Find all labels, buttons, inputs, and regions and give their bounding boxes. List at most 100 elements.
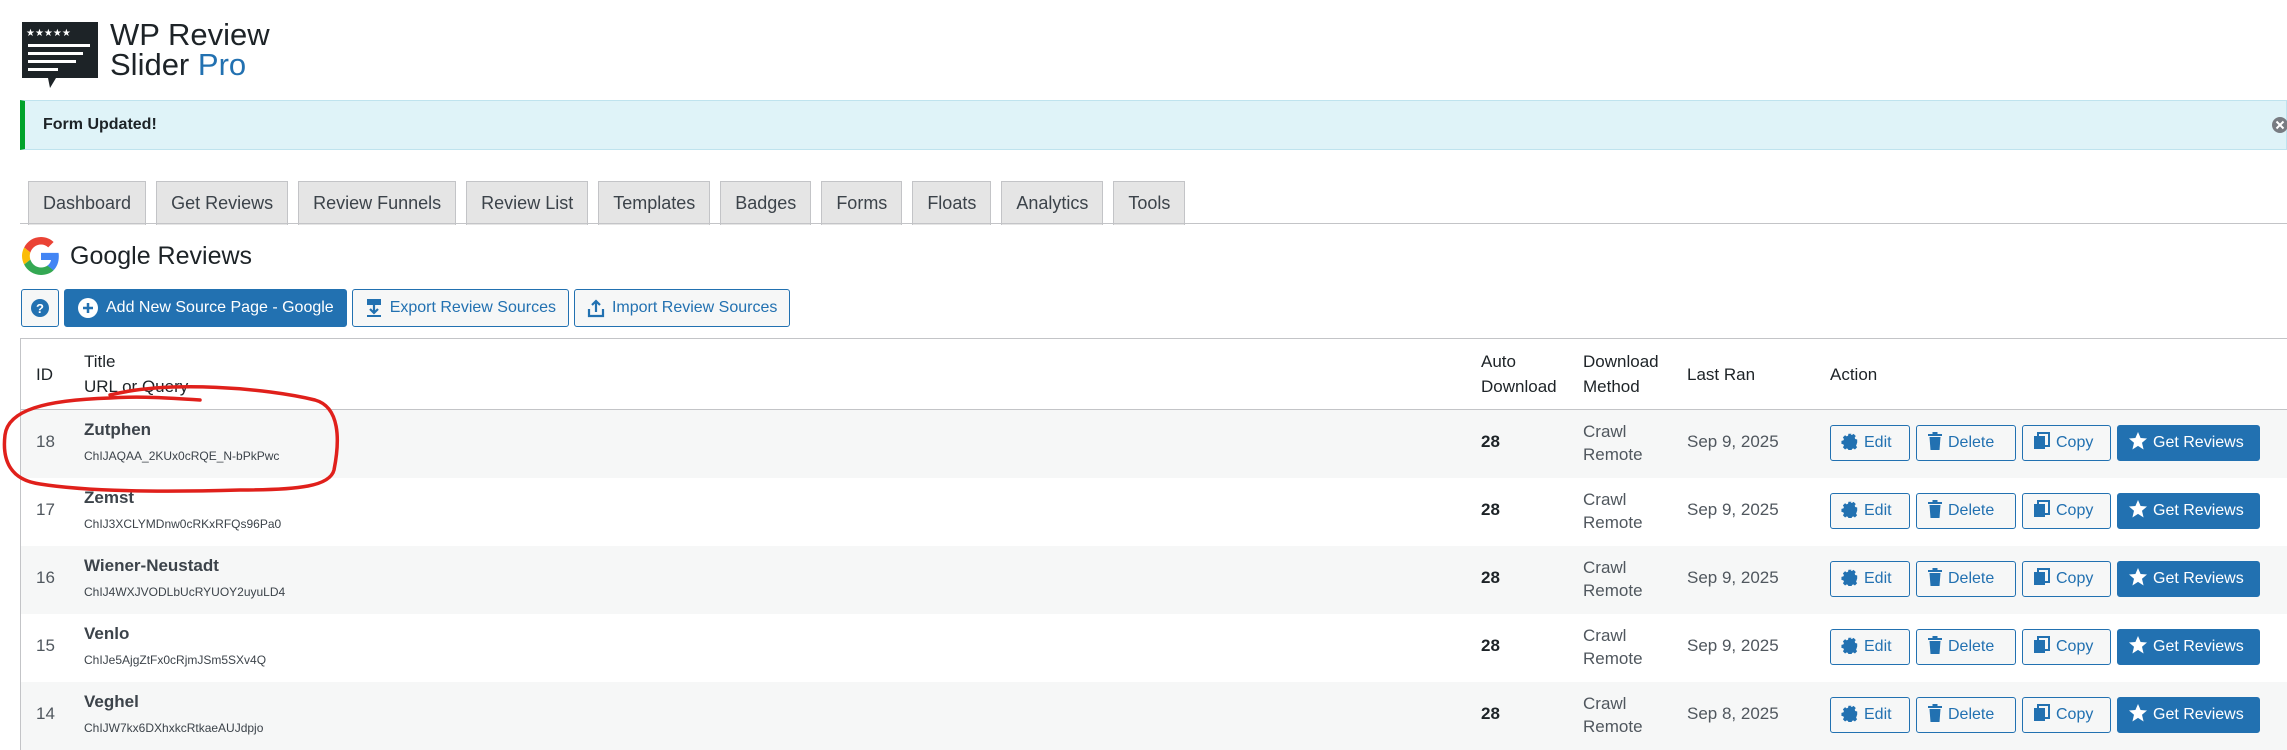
app-logo: ★★★★★ WP Review Slider Pro xyxy=(20,19,270,90)
edit-button[interactable]: Edit xyxy=(1830,425,1910,461)
row-method-line1: Crawl xyxy=(1583,558,1627,577)
row-query: ChIJAQAA_2KUx0cRQE_N-bPkPwc xyxy=(84,449,280,463)
tab-analytics[interactable]: Analytics xyxy=(1001,181,1104,225)
copy-button[interactable]: Copy xyxy=(2022,697,2111,733)
copy-button[interactable]: Copy xyxy=(2022,493,2111,529)
tab-floats[interactable]: Floats xyxy=(912,181,992,225)
gear-icon xyxy=(1841,636,1864,659)
tab-tools[interactable]: Tools xyxy=(1113,181,1186,225)
edit-button[interactable]: Edit xyxy=(1830,561,1910,597)
row-title[interactable]: Wiener-Neustadt xyxy=(84,556,219,576)
row-query: ChIJ4WXJVODLbUcRYUOY2uyuLD4 xyxy=(84,585,286,599)
copy-button[interactable]: Copy xyxy=(2022,561,2111,597)
add-source-button[interactable]: Add New Source Page - Google xyxy=(64,289,347,327)
trash-icon xyxy=(1927,567,1948,591)
export-sources-label: Export Review Sources xyxy=(389,299,556,316)
row-id: 15 xyxy=(36,636,55,655)
header-auto-line2: Download xyxy=(1481,377,1557,396)
row-title[interactable]: Veghel xyxy=(84,692,139,712)
header-title-label: Title xyxy=(84,352,116,371)
get-reviews-button[interactable]: Get Reviews xyxy=(2117,697,2260,733)
get-reviews-label: Get Reviews xyxy=(2153,706,2244,723)
copy-label: Copy xyxy=(2056,570,2094,587)
get-reviews-button[interactable]: Get Reviews xyxy=(2117,629,2260,665)
delete-label: Delete xyxy=(1948,706,1995,723)
table-row: 14 Veghel ChIJW7kx6DXhxkcRtkaeAUJdpjo 28 Cra… xyxy=(21,682,2287,750)
row-method-line2: Remote xyxy=(1583,513,1643,532)
edit-button[interactable]: Edit xyxy=(1830,493,1910,529)
edit-label: Edit xyxy=(1864,434,1892,451)
dismiss-icon[interactable] xyxy=(2270,115,2287,135)
table-row: 18 Zutphen ChIJAQAA_2KUx0cRQE_N-bPkPwc 28 Cr… xyxy=(21,410,2287,478)
row-method-line1: Crawl xyxy=(1583,490,1627,509)
tab-review-list[interactable]: Review List xyxy=(466,181,589,225)
row-actions: Edit Delete Copy Get Reviews xyxy=(1830,561,2266,597)
logo-line-2-main: Slider xyxy=(110,47,190,82)
copy-icon xyxy=(2033,567,2056,591)
row-title[interactable]: Venlo xyxy=(84,624,129,644)
row-actions: Edit Delete Copy Get Reviews xyxy=(1830,697,2266,733)
row-auto-download: 28 xyxy=(1481,568,1500,587)
import-icon xyxy=(587,299,605,318)
edit-button[interactable]: Edit xyxy=(1830,629,1910,665)
delete-label: Delete xyxy=(1948,570,1995,587)
tab-review-funnels[interactable]: Review Funnels xyxy=(298,181,457,225)
add-source-label: Add New Source Page - Google xyxy=(106,299,334,316)
row-auto-download: 28 xyxy=(1481,432,1500,451)
row-query: ChIJe5AjgZtFx0cRjmJSm5SXv4Q xyxy=(84,653,267,667)
get-reviews-button[interactable]: Get Reviews xyxy=(2117,493,2260,529)
header-id: ID xyxy=(36,365,53,384)
header-auto-line1: Auto xyxy=(1481,352,1516,371)
star-icon xyxy=(2128,635,2153,660)
delete-label: Delete xyxy=(1948,638,1995,655)
page-header: Google Reviews xyxy=(22,237,252,275)
get-reviews-label: Get Reviews xyxy=(2153,570,2244,587)
tab-dashboard[interactable]: Dashboard xyxy=(28,181,147,225)
header-last-ran: Last Ran xyxy=(1687,365,1756,384)
tab-badges[interactable]: Badges xyxy=(720,181,812,225)
sources-table: ID Title URL or Query Auto Download Down… xyxy=(20,338,2287,750)
table-row: 15 Venlo ChIJe5AjgZtFx0cRjmJSm5SXv4Q 28 Craw… xyxy=(21,614,2287,682)
copy-icon xyxy=(2033,635,2056,659)
import-sources-button[interactable]: Import Review Sources xyxy=(573,289,791,327)
row-method-line1: Crawl xyxy=(1583,422,1627,441)
row-auto-download: 28 xyxy=(1481,704,1500,723)
gear-icon xyxy=(1841,704,1864,727)
row-title[interactable]: Zutphen xyxy=(84,420,151,440)
edit-button[interactable]: Edit xyxy=(1830,697,1910,733)
tab-templates[interactable]: Templates xyxy=(598,181,711,225)
copy-button[interactable]: Copy xyxy=(2022,425,2111,461)
tab-get-reviews[interactable]: Get Reviews xyxy=(156,181,289,225)
row-id: 16 xyxy=(36,568,55,587)
copy-button[interactable]: Copy xyxy=(2022,629,2111,665)
gear-icon xyxy=(1841,432,1864,455)
row-method-line1: Crawl xyxy=(1583,694,1627,713)
row-method-line2: Remote xyxy=(1583,649,1643,668)
row-method-line2: Remote xyxy=(1583,717,1643,736)
get-reviews-label: Get Reviews xyxy=(2153,502,2244,519)
delete-button[interactable]: Delete xyxy=(1916,629,2016,665)
export-sources-button[interactable]: Export Review Sources xyxy=(351,289,569,327)
delete-button[interactable]: Delete xyxy=(1916,425,2016,461)
row-id: 14 xyxy=(36,704,55,723)
row-download-method: Crawl Remote xyxy=(1583,488,1643,534)
page-title: Google Reviews xyxy=(70,241,253,270)
tab-forms[interactable]: Forms xyxy=(821,181,903,225)
delete-button[interactable]: Delete xyxy=(1916,697,2016,733)
row-actions: Edit Delete Copy Get Reviews xyxy=(1830,493,2266,529)
help-button[interactable]: ? xyxy=(21,289,59,327)
delete-button[interactable]: Delete xyxy=(1916,561,2016,597)
get-reviews-button[interactable]: Get Reviews xyxy=(2117,425,2260,461)
nav-tabs: Dashboard Get Reviews Review Funnels Rev… xyxy=(28,181,1195,225)
row-actions: Edit Delete Copy Get Reviews xyxy=(1830,425,2266,461)
header-method-line2: Method xyxy=(1583,377,1640,396)
update-notice: Form Updated! xyxy=(20,100,2287,150)
gear-icon xyxy=(1841,500,1864,523)
row-last-ran: Sep 9, 2025 xyxy=(1687,636,1779,655)
delete-button[interactable]: Delete xyxy=(1916,493,2016,529)
get-reviews-button[interactable]: Get Reviews xyxy=(2117,561,2260,597)
delete-label: Delete xyxy=(1948,502,1995,519)
row-title[interactable]: Zemst xyxy=(84,488,134,508)
notice-text: Form Updated! xyxy=(43,116,157,133)
row-download-method: Crawl Remote xyxy=(1583,556,1643,602)
